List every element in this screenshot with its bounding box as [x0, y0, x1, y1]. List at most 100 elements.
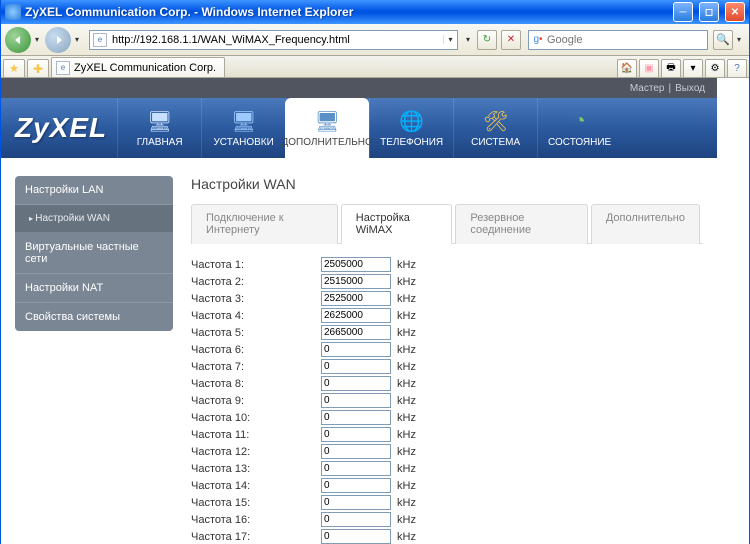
browser-tabbar: ★ ✚ e ZyXEL Communication Corp. 🏠 ▣ 🖶 ▾ …	[1, 56, 749, 78]
frequency-label: Частота 12:	[191, 446, 321, 458]
frequency-input[interactable]	[321, 274, 391, 289]
sidebar-item-lan[interactable]: Настройки LAN	[15, 176, 173, 205]
tab-backup[interactable]: Резервное соединение	[455, 204, 587, 244]
frequency-unit: kHz	[391, 378, 425, 390]
tab-title: ZyXEL Communication Corp.	[74, 62, 216, 74]
browser-tab-active[interactable]: e ZyXEL Communication Corp.	[51, 57, 225, 77]
frequency-input[interactable]	[321, 257, 391, 272]
frequency-input[interactable]	[321, 359, 391, 374]
search-box[interactable]: g•	[528, 30, 708, 50]
google-icon: g•	[531, 33, 545, 47]
frequency-unit: kHz	[391, 531, 425, 543]
frequency-input[interactable]	[321, 325, 391, 340]
address-bar[interactable]: e ▾	[89, 30, 458, 50]
search-input[interactable]	[547, 34, 707, 46]
frequency-input[interactable]	[321, 393, 391, 408]
favorites-button[interactable]: ★	[3, 59, 25, 77]
main-nav: 🖥ГЛАВНАЯ 🖥УСТАНОВКИ 🖥ДОПОЛНИТЕЛЬНО 🌐ТЕЛЕ…	[117, 98, 621, 158]
frequency-label: Частота 6:	[191, 344, 321, 356]
address-input[interactable]	[110, 34, 443, 46]
frequency-input[interactable]	[321, 444, 391, 459]
page-heading: Настройки WAN	[191, 176, 703, 192]
frequency-row: Частота 6:kHz	[191, 341, 703, 358]
frequency-unit: kHz	[391, 429, 425, 441]
frequency-input[interactable]	[321, 308, 391, 323]
nav-status[interactable]: ◔СОСТОЯНИЕ	[537, 98, 621, 158]
frequency-row: Частота 5:kHz	[191, 324, 703, 341]
minimize-button[interactable]: ─	[673, 2, 693, 22]
frequency-input[interactable]	[321, 495, 391, 510]
chart-icon: ◔	[565, 108, 595, 134]
frequency-form: Частота 1:kHzЧастота 2:kHzЧастота 3:kHzЧ…	[191, 256, 703, 544]
frequency-unit: kHz	[391, 480, 425, 492]
forward-button[interactable]	[45, 27, 71, 53]
frequency-row: Частота 1:kHz	[191, 256, 703, 273]
sidebar-item-wan[interactable]: Настройки WAN	[15, 205, 173, 233]
nav-advanced[interactable]: 🖥ДОПОЛНИТЕЛЬНО	[285, 98, 369, 158]
frequency-label: Частота 7:	[191, 361, 321, 373]
sidebar: Настройки LAN Настройки WAN Виртуальные …	[15, 176, 173, 544]
frequency-unit: kHz	[391, 310, 425, 322]
stop-button[interactable]: ✕	[501, 30, 521, 50]
tab-internet[interactable]: Подключение к Интернету	[191, 204, 338, 244]
home-button[interactable]: 🏠	[617, 59, 637, 77]
frequency-label: Частота 11:	[191, 429, 321, 441]
nav-telephony[interactable]: 🌐ТЕЛЕФОНИЯ	[369, 98, 453, 158]
go-dropdown[interactable]: ▾	[464, 35, 474, 44]
maximize-button[interactable]: ◻	[699, 2, 719, 22]
frequency-label: Частота 9:	[191, 395, 321, 407]
tools-menu-button[interactable]: ⚙	[705, 59, 725, 77]
tab-advanced[interactable]: Дополнительно	[591, 204, 700, 244]
frequency-input[interactable]	[321, 376, 391, 391]
frequency-row: Частота 15:kHz	[191, 494, 703, 511]
search-dropdown[interactable]: ▾	[735, 35, 745, 44]
page-header: ZyXEL 🖥ГЛАВНАЯ 🖥УСТАНОВКИ 🖥ДОПОЛНИТЕЛЬНО…	[1, 98, 717, 158]
nav-main[interactable]: 🖥ГЛАВНАЯ	[117, 98, 201, 158]
frequency-input[interactable]	[321, 478, 391, 493]
frequency-input[interactable]	[321, 342, 391, 357]
brand-logo: ZyXEL	[15, 112, 107, 144]
back-history-dropdown[interactable]: ▾	[33, 35, 43, 44]
frequency-label: Частота 10:	[191, 412, 321, 424]
monitor-icon: 🖥	[145, 108, 175, 134]
frequency-label: Частота 5:	[191, 327, 321, 339]
sidebar-item-vpn[interactable]: Виртуальные частные сети	[15, 233, 173, 274]
monitor-wrench-icon: 🖥	[312, 108, 342, 134]
sidebar-item-system[interactable]: Свойства системы	[15, 303, 173, 331]
nav-setup[interactable]: 🖥УСТАНОВКИ	[201, 98, 285, 158]
forward-history-dropdown[interactable]: ▾	[73, 35, 83, 44]
nav-system[interactable]: 🛠СИСТЕМА	[453, 98, 537, 158]
frequency-input[interactable]	[321, 461, 391, 476]
tab-wimax[interactable]: Настройка WiMAX	[341, 204, 453, 244]
link-logout[interactable]: Выход	[675, 83, 705, 94]
frequency-unit: kHz	[391, 276, 425, 288]
search-button[interactable]: 🔍	[713, 30, 733, 50]
add-favorite-button[interactable]: ✚	[27, 59, 49, 77]
back-button[interactable]	[5, 27, 31, 53]
frequency-unit: kHz	[391, 395, 425, 407]
close-button[interactable]: ✕	[725, 2, 745, 22]
link-master[interactable]: Мастер	[630, 83, 665, 94]
print-button[interactable]: 🖶	[661, 59, 681, 77]
frequency-row: Частота 9: kHz	[191, 392, 703, 409]
page-menu-button[interactable]: ▾	[683, 59, 703, 77]
frequency-label: Частота 4:	[191, 310, 321, 322]
frequency-label: Частота 2:	[191, 276, 321, 288]
frequency-input[interactable]	[321, 529, 391, 544]
help-button[interactable]: ?	[727, 59, 747, 77]
page-icon: e	[93, 33, 107, 47]
frequency-label: Частота 14:	[191, 480, 321, 492]
frequency-row: Частота 17:kHz	[191, 528, 703, 544]
frequency-unit: kHz	[391, 463, 425, 475]
frequency-label: Частота 13:	[191, 463, 321, 475]
frequency-input[interactable]	[321, 291, 391, 306]
refresh-button[interactable]: ↻	[477, 30, 497, 50]
sidebar-item-nat[interactable]: Настройки NAT	[15, 274, 173, 303]
feeds-button[interactable]: ▣	[639, 59, 659, 77]
frequency-input[interactable]	[321, 427, 391, 442]
tools-icon: 🛠	[481, 108, 511, 134]
frequency-label: Частота 1:	[191, 259, 321, 271]
frequency-input[interactable]	[321, 410, 391, 425]
frequency-input[interactable]	[321, 512, 391, 527]
address-dropdown[interactable]: ▾	[443, 35, 457, 44]
